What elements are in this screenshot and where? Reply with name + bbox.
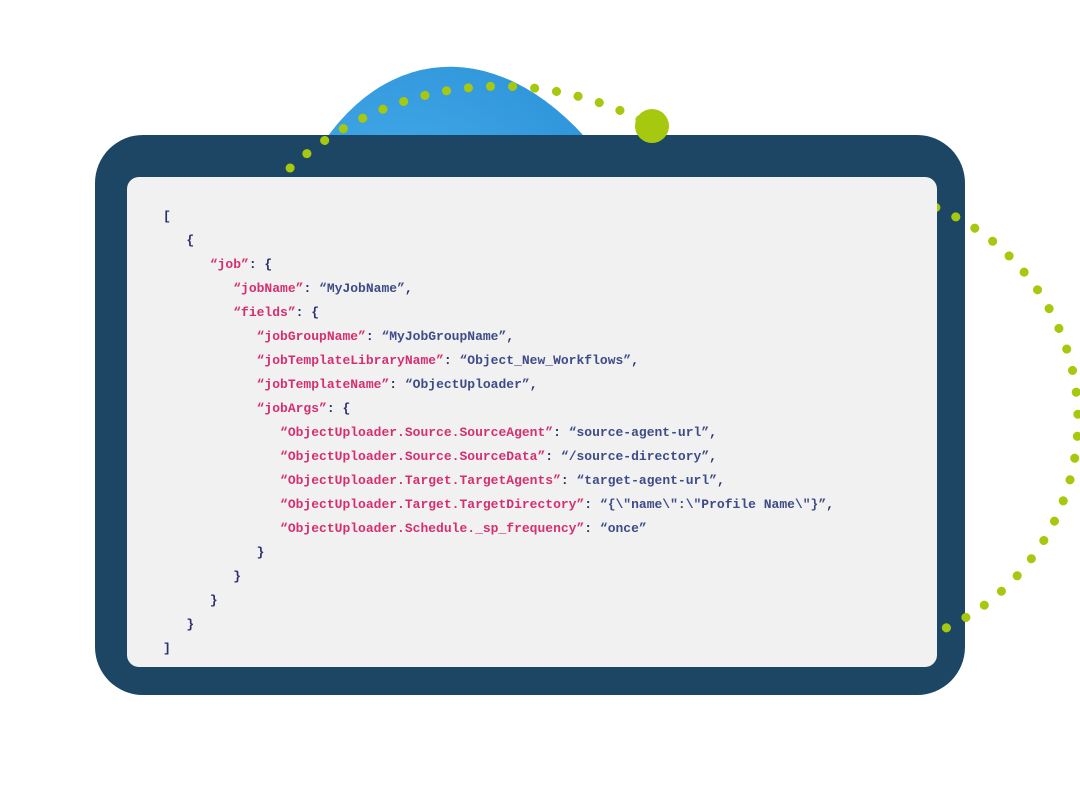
code-snippet: [ { “job”: { “jobName”: “MyJobName”, “fi… <box>163 205 909 661</box>
decorative-green-dot <box>635 109 669 143</box>
code-snippet-card: [ { “job”: { “jobName”: “MyJobName”, “fi… <box>127 177 937 667</box>
